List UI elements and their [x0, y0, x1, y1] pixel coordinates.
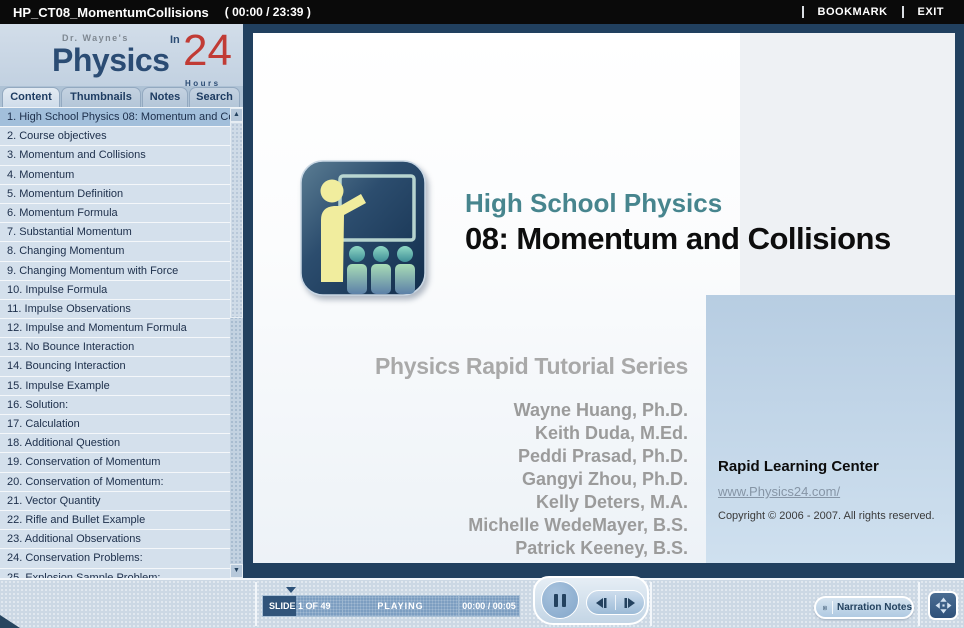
next-slide-button[interactable] [616, 591, 644, 614]
author-line: Kelly Deters, M.A. [383, 491, 688, 514]
scroll-down-button[interactable]: ▼ [230, 564, 243, 578]
logo-wordmark: Physics [52, 42, 169, 79]
corner-decoration [0, 615, 20, 628]
sidebar-tabbar: ContentThumbnailsNotesSearch [0, 86, 243, 108]
divider [802, 6, 804, 18]
brand-logo: Dr. Wayne's Physics In 24 Hours [0, 24, 243, 86]
tab-notes[interactable]: Notes [142, 87, 188, 107]
author-line: Keith Duda, M.Ed. [383, 422, 688, 445]
panel-heading: Rapid Learning Center [718, 458, 945, 475]
total-time-display: ( 00:00 / 23:39 ) [225, 5, 311, 19]
toc-item[interactable]: 19. Conservation of Momentum [0, 453, 230, 472]
toc-item[interactable]: 10. Impulse Formula [0, 281, 230, 300]
series-subtitle: Physics Rapid Tutorial Series [313, 353, 688, 380]
presenter-icon [300, 160, 426, 296]
copyright-text: Copyright © 2006 - 2007. All rights rese… [718, 510, 945, 522]
toc-item[interactable]: 17. Calculation [0, 415, 230, 434]
slide-stage-frame: Rapid Learning Center www.Physics24.com/… [243, 24, 964, 578]
exit-button[interactable]: EXIT [918, 6, 944, 18]
course-file-title: HP_CT08_MomentumCollisions [13, 5, 209, 20]
title-bar: HP_CT08_MomentumCollisions ( 00:00 / 23:… [0, 0, 964, 24]
toc-scrollbar[interactable]: ▲ ▼ [230, 108, 243, 578]
author-line: Gangyi Zhou, Ph.D. [383, 468, 688, 491]
toc-item[interactable]: 21. Vector Quantity [0, 492, 230, 511]
toc-item[interactable]: 16. Solution: [0, 396, 230, 415]
playback-controls [533, 576, 649, 625]
slide-counter: SLIDE 1 OF 49 [263, 596, 343, 616]
fullscreen-button[interactable] [928, 591, 958, 620]
pause-icon [562, 594, 566, 607]
previous-icon [594, 597, 608, 609]
pause-button[interactable] [541, 581, 579, 619]
author-line: Patrick Keeney, B.S. [383, 537, 688, 560]
toc-item[interactable]: 23. Additional Observations [0, 530, 230, 549]
slide-title: 08: Momentum and Collisions [465, 221, 891, 257]
authors-list: Wayne Huang, Ph.D.Keith Duda, M.Ed.Peddi… [383, 399, 688, 560]
toc-item[interactable]: 12. Impulse and Momentum Formula [0, 319, 230, 338]
logo-in-word: In [170, 34, 180, 46]
logo-hours-word: Hours [185, 79, 221, 86]
progress-bar[interactable]: SLIDE 1 OF 49 PLAYING 00:00 / 00:05 [262, 595, 520, 617]
toc-item[interactable]: 5. Momentum Definition [0, 185, 230, 204]
course-player-window: HP_CT08_MomentumCollisions ( 00:00 / 23:… [0, 0, 964, 628]
notes-icon [823, 601, 827, 615]
tab-content[interactable]: Content [2, 87, 60, 107]
time-display: 00:00 / 00:05 [459, 596, 519, 616]
toc-item[interactable]: 25. Explosion Sample Problem: [0, 569, 230, 579]
author-line: Peddi Prasad, Ph.D. [383, 445, 688, 468]
slide-canvas: Rapid Learning Center www.Physics24.com/… [253, 33, 955, 563]
toc-item[interactable]: 8. Changing Momentum [0, 242, 230, 261]
progress-marker[interactable] [286, 587, 296, 593]
footer-divider [255, 582, 257, 626]
course-label: High School Physics [465, 188, 722, 219]
toc-item[interactable]: 1. High School Physics 08: Momentum and … [0, 108, 230, 127]
tab-search[interactable]: Search [189, 87, 240, 107]
author-line: Wayne Huang, Ph.D. [383, 399, 688, 422]
prev-next-group [586, 590, 645, 615]
toc-item[interactable]: 20. Conservation of Momentum: [0, 473, 230, 492]
toc-item[interactable]: 15. Impulse Example [0, 377, 230, 396]
author-line: Michelle WedeMayer, B.S. [383, 514, 688, 537]
toc-item[interactable]: 6. Momentum Formula [0, 204, 230, 223]
next-icon [623, 597, 637, 609]
toc-item[interactable]: 7. Substantial Momentum [0, 223, 230, 242]
bookmark-button[interactable]: BOOKMARK [818, 6, 888, 18]
toc-item[interactable]: 22. Rifle and Bullet Example [0, 511, 230, 530]
footer-divider [650, 582, 652, 626]
toc-item[interactable]: 9. Changing Momentum with Force [0, 262, 230, 281]
footer-divider [918, 582, 920, 626]
toc-list: 1. High School Physics 08: Momentum and … [0, 108, 230, 578]
divider [902, 6, 904, 18]
toc-item[interactable]: 2. Course objectives [0, 127, 230, 146]
toc-item[interactable]: 24. Conservation Problems: [0, 549, 230, 568]
toc-item[interactable]: 13. No Bounce Interaction [0, 338, 230, 357]
scroll-up-button[interactable]: ▲ [230, 108, 243, 122]
toc-item[interactable]: 11. Impulse Observations [0, 300, 230, 319]
pause-icon [554, 594, 558, 607]
info-panel: Rapid Learning Center www.Physics24.com/… [706, 295, 955, 563]
logo-24: 24 [183, 26, 232, 76]
scrollbar-thumb[interactable] [230, 122, 243, 318]
website-link[interactable]: www.Physics24.com/ [718, 484, 840, 499]
toc-item[interactable]: 18. Additional Question [0, 434, 230, 453]
toc-item[interactable]: 4. Momentum [0, 166, 230, 185]
toc-item[interactable]: 14. Bouncing Interaction [0, 357, 230, 376]
fullscreen-icon [935, 597, 952, 614]
narration-notes-label: Narration Notes [837, 602, 912, 613]
playback-status: PLAYING [343, 596, 459, 616]
narration-notes-button[interactable]: Narration Notes [814, 596, 914, 619]
previous-slide-button[interactable] [587, 591, 615, 614]
toc-item[interactable]: 3. Momentum and Collisions [0, 146, 230, 165]
tab-thumbnails[interactable]: Thumbnails [61, 87, 141, 107]
